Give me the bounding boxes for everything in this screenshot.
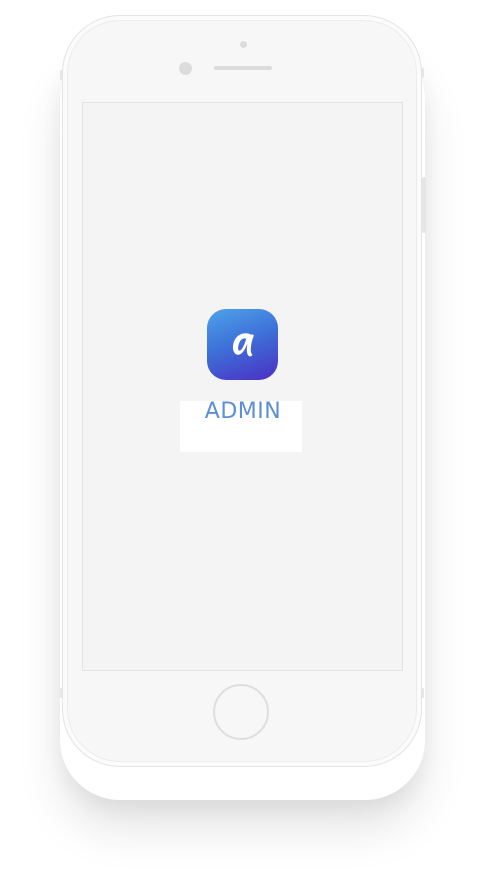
front-camera-icon xyxy=(179,62,192,75)
mockup-stage: ADMIN xyxy=(0,0,485,871)
app-logo-icon[interactable] xyxy=(207,309,278,380)
home-button[interactable] xyxy=(213,684,269,740)
proximity-sensor xyxy=(240,41,247,48)
phone-screen xyxy=(82,102,403,671)
letter-a-logo-icon xyxy=(232,332,254,356)
earpiece-speaker xyxy=(214,66,272,70)
power-button[interactable] xyxy=(422,177,426,233)
app-title: ADMIN xyxy=(204,399,282,424)
